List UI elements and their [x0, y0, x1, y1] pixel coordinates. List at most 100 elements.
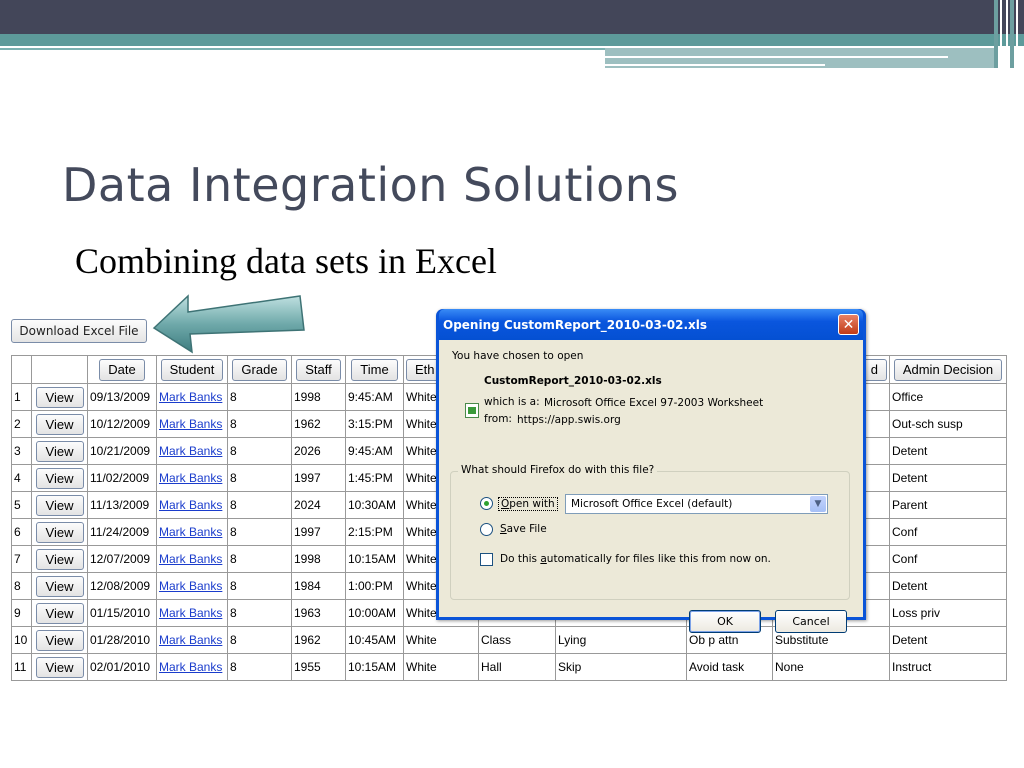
cell-student-value[interactable]: Mark Banks [159, 417, 222, 431]
cell-student-value[interactable]: Mark Banks [159, 552, 222, 566]
cell-admin-decision: Instruct [889, 653, 1007, 681]
cell-student: Mark Banks [156, 383, 228, 411]
cell-staff-value: 1962 [294, 417, 321, 431]
view-button[interactable]: View [35, 629, 84, 651]
cell-others-value: Substitute [775, 633, 829, 647]
table-row: 10 View 01/28/2010 Mark Banks 8 1962 10:45AM Wh… [11, 626, 1007, 654]
row-view-cell: View [31, 653, 88, 681]
view-button[interactable]: View [35, 548, 84, 570]
cell-time: 10:15AM [345, 545, 404, 573]
cell-date-value: 12/08/2009 [90, 579, 151, 593]
cell-staff: 1962 [291, 410, 346, 438]
cell-date: 02/01/2010 [87, 653, 157, 681]
cell-staff: 1963 [291, 599, 346, 627]
view-button[interactable]: View [35, 656, 84, 678]
open-with-label[interactable]: Open with [498, 497, 558, 511]
sort-time-button[interactable]: Time [351, 358, 398, 381]
cell-student-value[interactable]: Mark Banks [159, 633, 222, 647]
view-button[interactable]: View [35, 386, 84, 408]
cell-admin-decision-value: Detent [892, 633, 928, 647]
cell-student-value[interactable]: Mark Banks [159, 444, 222, 458]
view-button[interactable]: View [35, 494, 84, 516]
view-button[interactable]: View [35, 521, 84, 543]
cell-grade: 8 [227, 653, 292, 681]
view-button[interactable]: View [35, 602, 84, 624]
row-index: 9 [11, 599, 32, 627]
which-is-value: Microsoft Office Excel 97-2003 Worksheet [544, 397, 764, 409]
cell-student-value[interactable]: Mark Banks [159, 606, 222, 620]
cell-admin-decision: Loss priv [889, 599, 1007, 627]
slide-top-bar [0, 0, 1024, 34]
auto-checkbox[interactable] [480, 553, 493, 566]
cell-student-value[interactable]: Mark Banks [159, 471, 222, 485]
cell-ethnicity-value: White [406, 606, 437, 620]
cell-grade-value: 8 [230, 633, 237, 647]
cell-student-value[interactable]: Mark Banks [159, 390, 222, 404]
column-header-time: Time [345, 355, 404, 384]
cell-date-value: 01/15/2010 [90, 606, 151, 620]
cell-student-value[interactable]: Mark Banks [159, 498, 222, 512]
sort-admin-decision-button[interactable]: Admin Decision [893, 358, 1003, 381]
cell-time-value: 9:45:AM [348, 444, 393, 458]
cell-grade-value: 8 [230, 390, 237, 404]
ok-button[interactable]: OK [689, 610, 761, 633]
row-view-cell: View [31, 545, 88, 573]
cell-student: Mark Banks [156, 437, 228, 465]
cell-problem-value: Lying [558, 633, 587, 647]
cell-staff-value: 1997 [294, 471, 321, 485]
view-button[interactable]: View [35, 575, 84, 597]
cell-staff: 1955 [291, 653, 346, 681]
close-icon[interactable]: ✕ [838, 314, 859, 335]
arrow-left-icon [152, 294, 305, 354]
row-index-value: 6 [14, 525, 21, 539]
column-header-view [31, 355, 88, 384]
row-index: 11 [11, 653, 32, 681]
row-index: 4 [11, 464, 32, 492]
cell-staff-value: 2026 [294, 444, 321, 458]
open-with-select[interactable]: Microsoft Office Excel (default) ▼ [565, 494, 828, 514]
cell-grade-value: 8 [230, 660, 237, 674]
cell-student-value[interactable]: Mark Banks [159, 525, 222, 539]
cell-grade: 8 [227, 626, 292, 654]
sort-student-button[interactable]: Student [160, 358, 224, 381]
cell-admin-decision-value: Instruct [892, 660, 932, 674]
cell-admin-decision-value: Detent [892, 579, 928, 593]
cell-time-value: 2:15:PM [348, 525, 393, 539]
save-file-radio[interactable] [480, 523, 493, 536]
cell-date: 01/15/2010 [87, 599, 157, 627]
cancel-button[interactable]: Cancel [775, 610, 847, 633]
row-view-cell: View [31, 518, 88, 546]
auto-label[interactable]: Do this automatically for files like thi… [500, 553, 771, 565]
column-header-index [11, 355, 32, 384]
cell-time: 9:45:AM [345, 437, 404, 465]
cell-grade-value: 8 [230, 579, 237, 593]
cell-staff: 1997 [291, 518, 346, 546]
dialog-titlebar: Opening CustomReport_2010-03-02.xls ✕ [439, 309, 863, 340]
cell-student: Mark Banks [156, 626, 228, 654]
open-with-radio[interactable] [480, 497, 493, 510]
cell-ethnicity-value: White [406, 390, 437, 404]
cell-date: 10/12/2009 [87, 410, 157, 438]
cell-staff-value: 1998 [294, 552, 321, 566]
cell-time-value: 9:45:AM [348, 390, 393, 404]
row-view-cell: View [31, 464, 88, 492]
view-button[interactable]: View [35, 467, 84, 489]
cell-student-value[interactable]: Mark Banks [159, 579, 222, 593]
cell-time-value: 10:30AM [348, 498, 397, 512]
sort-grade-button[interactable]: Grade [232, 358, 287, 381]
download-excel-button[interactable]: Download Excel File [11, 319, 147, 343]
save-file-label[interactable]: Save File [500, 523, 547, 535]
sort-staff-button[interactable]: Staff [296, 358, 341, 381]
cell-staff-value: 1962 [294, 633, 321, 647]
cell-time: 9:45:AM [345, 383, 404, 411]
sort-date-button[interactable]: Date [99, 358, 145, 381]
cell-staff: 1998 [291, 383, 346, 411]
view-button[interactable]: View [35, 413, 84, 435]
cell-staff: 2026 [291, 437, 346, 465]
column-header-student: Student [156, 355, 228, 384]
view-button[interactable]: View [35, 440, 84, 462]
cell-grade-value: 8 [230, 444, 237, 458]
cell-staff-value: 1998 [294, 390, 321, 404]
cell-student-value[interactable]: Mark Banks [159, 660, 222, 674]
chevron-down-icon[interactable]: ▼ [810, 496, 826, 512]
